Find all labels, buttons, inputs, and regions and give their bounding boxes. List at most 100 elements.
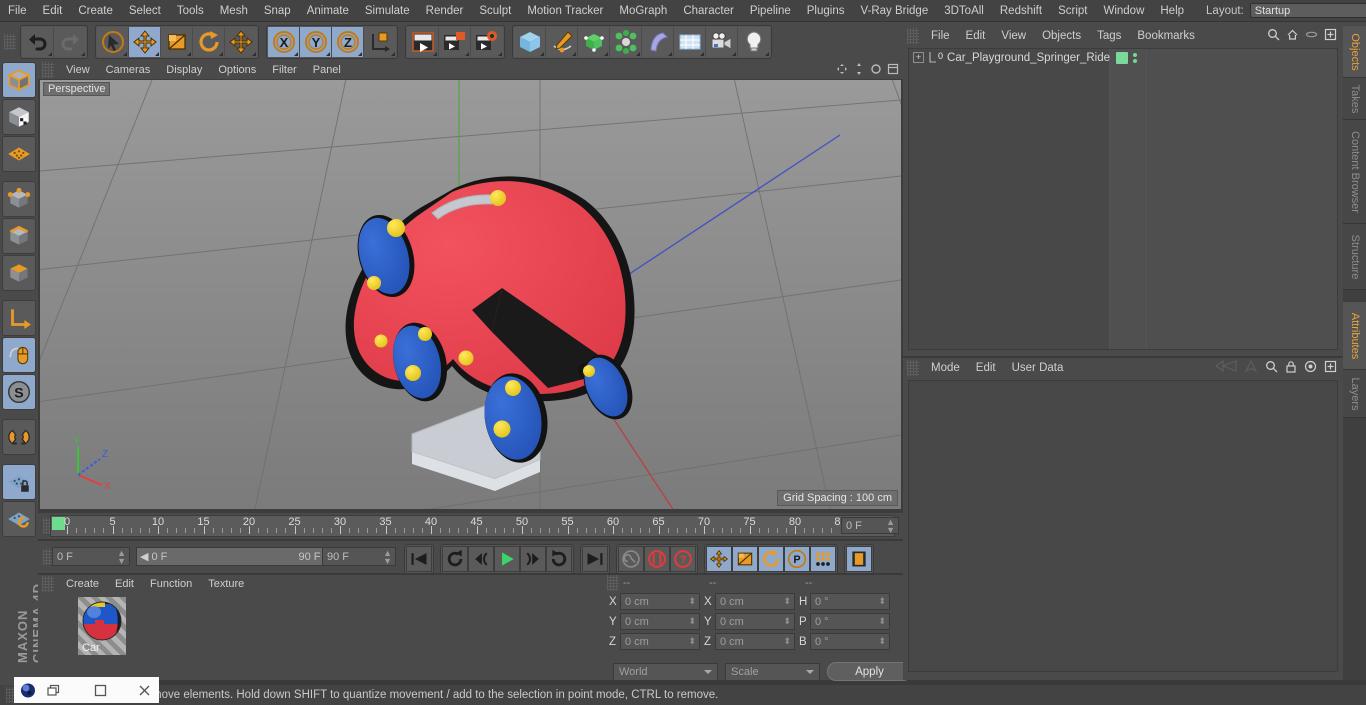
current-frame-field[interactable]: 0 F ▲ ▼: [52, 547, 130, 566]
coord-rotation-field[interactable]: 0 ° ⬍: [810, 593, 890, 610]
polygon-grid-button[interactable]: [2, 136, 36, 172]
spinner-icon[interactable]: ⬍: [688, 596, 696, 607]
visibility-dots-icon[interactable]: [1133, 52, 1137, 63]
object-menu-file[interactable]: File: [923, 29, 958, 43]
coord-size-field[interactable]: 0 cm ⬍: [715, 633, 795, 650]
object-menu-view[interactable]: View: [993, 29, 1034, 43]
coordinate-system-dropdown[interactable]: World: [613, 662, 718, 681]
coord-size-field[interactable]: 0 cm ⬍: [715, 613, 795, 630]
viewport-grip[interactable]: [42, 62, 54, 78]
preview-range-bar[interactable]: ◀ 0 F 90 F ▶: [136, 547, 336, 566]
coordinate-mode-dropdown[interactable]: Scale: [725, 662, 820, 681]
object-row[interactable]: +0 Car_Playground_Springer_Ride: [909, 49, 1337, 66]
material-grip[interactable]: [42, 575, 54, 592]
maximize-view-icon[interactable]: [887, 63, 899, 75]
attribute-menu-edit[interactable]: Edit: [968, 361, 1004, 375]
play-reverse-loop-button[interactable]: [442, 546, 468, 572]
lock-icon[interactable]: [1285, 360, 1297, 376]
scale-button[interactable]: [161, 26, 193, 57]
object-list[interactable]: +0 Car_Playground_Springer_Ride: [908, 48, 1338, 350]
coord-position-field[interactable]: 0 cm ⬍: [620, 613, 700, 630]
spinner-icon[interactable]: ⬍: [783, 596, 791, 607]
end-frame-field[interactable]: 90 F ▲ ▼: [322, 547, 396, 566]
magnet-button[interactable]: [2, 419, 36, 455]
vertical-tab-attributes[interactable]: Attributes: [1343, 302, 1366, 370]
viewport-solo-mouse-button[interactable]: [2, 337, 36, 373]
polygon-mode-button[interactable]: [2, 255, 36, 291]
attribute-menu-user-data[interactable]: User Data: [1004, 361, 1072, 375]
menu-item-redshift[interactable]: Redshift: [992, 3, 1050, 19]
record-keyframe-disabled-button[interactable]: [618, 546, 644, 572]
undo-button[interactable]: [22, 26, 54, 57]
pan-view-icon[interactable]: [836, 63, 848, 75]
move-axis-button[interactable]: [225, 26, 257, 57]
material-menu-edit[interactable]: Edit: [107, 577, 142, 591]
go-to-start-button[interactable]: [406, 546, 432, 572]
menu-item-script[interactable]: Script: [1050, 3, 1095, 19]
interpolation-icon[interactable]: [1215, 359, 1237, 375]
step-forward-keyframe-button[interactable]: [520, 546, 546, 572]
spinner-icon[interactable]: ⬍: [688, 616, 696, 627]
axis-modify-button[interactable]: [2, 300, 36, 336]
search-icon[interactable]: [1267, 28, 1280, 44]
object-menu-bookmarks[interactable]: Bookmarks: [1129, 29, 1203, 43]
object-menu-tags[interactable]: Tags: [1089, 29, 1129, 43]
expand-icon[interactable]: [1324, 360, 1337, 376]
close-window-icon[interactable]: [129, 680, 159, 700]
toolbar-grip[interactable]: [4, 33, 16, 50]
coord-size-field[interactable]: 0 cm ⬍: [715, 593, 795, 610]
viewport-menu-panel[interactable]: Panel: [305, 63, 349, 77]
viewport-menu-options[interactable]: Options: [210, 63, 264, 77]
render-view-button[interactable]: [407, 26, 439, 57]
zoom-view-icon[interactable]: [853, 63, 865, 75]
cinema4d-icon[interactable]: [14, 680, 44, 700]
point-mode-button[interactable]: [2, 181, 36, 217]
rotate-button[interactable]: [193, 26, 225, 57]
menu-item-window[interactable]: Window: [1095, 3, 1152, 19]
viewport-menu-filter[interactable]: Filter: [264, 63, 304, 77]
menu-item-pipeline[interactable]: Pipeline: [742, 3, 799, 19]
vertical-tab-content-browser[interactable]: Content Browser: [1343, 120, 1366, 224]
coord-rotation-field[interactable]: 0 ° ⬍: [810, 633, 890, 650]
menu-item-motion-tracker[interactable]: Motion Tracker: [519, 3, 611, 19]
normal-icon[interactable]: [1244, 359, 1258, 376]
menu-item-file[interactable]: File: [0, 3, 35, 19]
maximize-window-icon[interactable]: [85, 680, 115, 700]
spinner-icon[interactable]: ⬍: [878, 596, 886, 607]
coord-position-field[interactable]: 0 cm ⬍: [620, 633, 700, 650]
coord-position-field[interactable]: 0 cm ⬍: [620, 593, 700, 610]
autokey-button[interactable]: [644, 546, 670, 572]
vertical-tab-structure[interactable]: Structure: [1343, 224, 1366, 290]
search-icon[interactable]: [1265, 360, 1278, 376]
world-coord-button[interactable]: [364, 26, 396, 57]
menu-item-tools[interactable]: Tools: [169, 3, 212, 19]
select-cursor-button[interactable]: [97, 26, 129, 57]
spinner-icon[interactable]: ⬍: [688, 636, 696, 647]
range-left-arrow-icon[interactable]: ◀: [140, 550, 148, 563]
timeline-frame-field[interactable]: 0 F ▲ ▼: [841, 517, 899, 534]
spline-pen-button[interactable]: [546, 26, 578, 57]
restore-window-icon[interactable]: [44, 680, 63, 700]
texture-mode-button[interactable]: [2, 99, 36, 135]
keyframe-selection-button[interactable]: ?: [670, 546, 696, 572]
generator-nurbs-button[interactable]: [578, 26, 610, 57]
menu-item-plugins[interactable]: Plugins: [799, 3, 853, 19]
viewport-menu-cameras[interactable]: Cameras: [98, 63, 159, 77]
key-position-button[interactable]: [706, 546, 732, 572]
timeline-ruler[interactable]: 051015202530354045505560657075808590: [50, 515, 895, 537]
expand-icon[interactable]: [1324, 28, 1337, 44]
menu-item-mograph[interactable]: MoGraph: [611, 3, 675, 19]
model-mode-button[interactable]: [2, 62, 36, 98]
attribute-grip[interactable]: [907, 359, 919, 376]
ellipse-icon[interactable]: [1305, 28, 1318, 44]
attribute-body[interactable]: [908, 380, 1338, 672]
menu-item-character[interactable]: Character: [675, 3, 742, 19]
axis-y-button[interactable]: Y: [300, 26, 332, 57]
spinner-icon[interactable]: ▲ ▼: [117, 548, 126, 565]
go-to-end-button[interactable]: [582, 546, 608, 572]
material-menu-function[interactable]: Function: [142, 577, 200, 591]
mograph-cloner-button[interactable]: [610, 26, 642, 57]
material-menu-create[interactable]: Create: [58, 577, 107, 591]
menu-item-render[interactable]: Render: [418, 3, 472, 19]
light-button[interactable]: [738, 26, 770, 57]
